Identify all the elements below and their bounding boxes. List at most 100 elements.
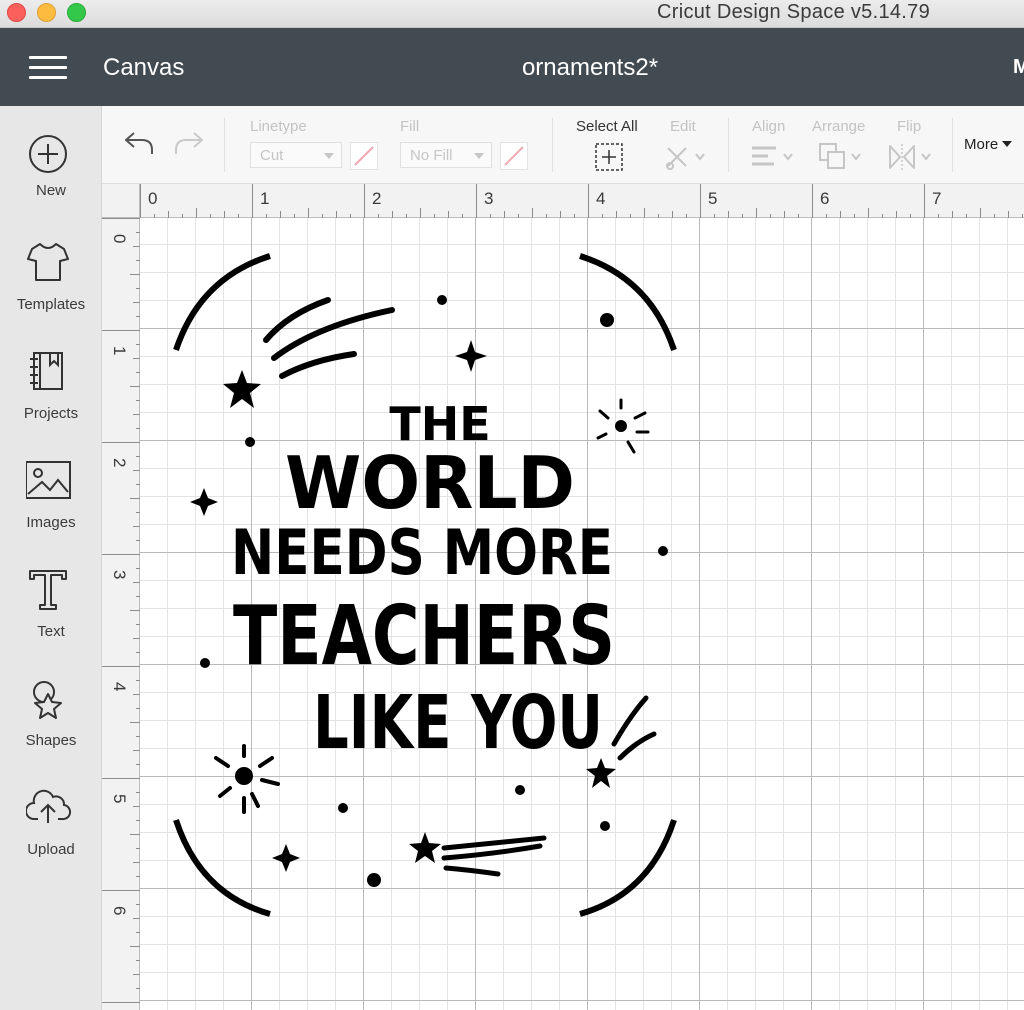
dot xyxy=(658,546,668,556)
toolbar-divider xyxy=(728,118,729,172)
window-titlebar: Cricut Design Space v5.14.79 xyxy=(0,0,1024,28)
sidebar-item-label: Templates xyxy=(16,296,86,313)
sun-burst-icon xyxy=(235,767,253,785)
star-icon xyxy=(409,832,441,863)
align-icon[interactable] xyxy=(750,144,796,172)
sidebar-item-label: Images xyxy=(26,514,76,531)
sparkle-icon xyxy=(190,488,218,516)
zoom-window-button[interactable] xyxy=(67,3,86,22)
star-trail xyxy=(443,865,501,877)
align-label: Align xyxy=(752,118,786,135)
fill-label: Fill xyxy=(400,118,420,135)
design-artwork[interactable]: THE WORLD NEEDS MORE TEACHERS LIKE YOU xyxy=(140,218,1024,1010)
fill-select[interactable]: No Fill xyxy=(400,142,492,168)
linetype-select[interactable]: Cut xyxy=(250,142,342,168)
dot xyxy=(515,785,525,795)
frame-arc-top-left xyxy=(173,253,271,351)
chevron-down-icon xyxy=(1002,141,1013,147)
sidebar-item-templates[interactable]: Templates xyxy=(0,242,102,338)
ruler-label: 5 xyxy=(708,189,717,208)
design-text-line-4: TEACHERS xyxy=(233,589,615,684)
plus-circle-icon xyxy=(29,135,67,173)
sparkle-icon xyxy=(455,340,487,372)
minimize-window-button[interactable] xyxy=(37,3,56,22)
ruler-label: 4 xyxy=(110,682,129,691)
sidebar-item-label: Projects xyxy=(23,405,79,422)
ruler-label: 6 xyxy=(110,906,129,915)
sidebar-item-new[interactable]: New xyxy=(0,134,102,230)
arrange-icon[interactable] xyxy=(818,142,866,172)
linetype-label: Linetype xyxy=(250,118,307,135)
no-color-slash-icon xyxy=(354,146,374,166)
redo-icon[interactable] xyxy=(172,130,204,158)
dot xyxy=(600,313,614,327)
ruler-corner xyxy=(102,184,140,218)
design-text-line-3: NEEDS MORE xyxy=(231,516,613,589)
arrange-label: Arrange xyxy=(812,118,866,135)
horizontal-ruler[interactable]: 0 1 2 3 4 5 6 7 xyxy=(140,184,1024,218)
flip-label: Flip xyxy=(897,118,922,135)
edit-scissors-icon[interactable] xyxy=(662,142,708,172)
design-text-line-5: LIKE YOU xyxy=(313,680,603,766)
ruler-label: 3 xyxy=(484,189,493,208)
close-window-button[interactable] xyxy=(7,3,26,22)
header-right-menu[interactable]: M xyxy=(1013,56,1024,79)
moon-icon xyxy=(533,312,586,368)
dot xyxy=(338,803,348,813)
sidebar-item-label: New xyxy=(35,182,66,199)
sidebar-item-projects[interactable]: Projects xyxy=(0,351,102,447)
select-all-icon[interactable] xyxy=(594,142,624,172)
toolbar-divider xyxy=(952,118,953,172)
horizontal-ruler-ticks: 0 1 2 3 4 5 6 7 xyxy=(140,184,1023,218)
sidebar-item-upload[interactable]: Upload xyxy=(0,787,102,883)
star-trail xyxy=(617,731,657,761)
ruler-label: 2 xyxy=(110,458,129,467)
ruler-label: 2 xyxy=(372,189,381,208)
star-trail xyxy=(611,695,649,747)
sidebar-item-label: Text xyxy=(37,623,65,640)
left-sidebar: New Templates Projects Images Text Shape… xyxy=(0,106,102,1010)
design-text-line-2: WORLD xyxy=(285,441,575,525)
sidebar-item-label: Shapes xyxy=(25,732,77,749)
dot xyxy=(367,873,381,887)
ruler-label: 4 xyxy=(596,189,605,208)
edit-toolbar: Linetype Cut Fill No Fill Select All Edi… xyxy=(102,106,1024,184)
image-icon xyxy=(26,461,71,499)
project-name[interactable]: ornaments2* xyxy=(0,54,1024,82)
window-title: Cricut Design Space v5.14.79 xyxy=(657,1,930,23)
star-icon xyxy=(223,370,261,408)
sidebar-item-images[interactable]: Images xyxy=(0,460,102,556)
sidebar-item-text[interactable]: Text xyxy=(0,569,102,665)
design-canvas[interactable]: THE WORLD NEEDS MORE TEACHERS LIKE YOU xyxy=(140,218,1024,1010)
ruler-label: 0 xyxy=(110,234,129,243)
ruler-label: 7 xyxy=(932,189,941,208)
star-trail xyxy=(279,351,357,379)
dot xyxy=(200,658,210,668)
vertical-ruler-ticks: 0 1 2 3 4 5 6 xyxy=(102,218,140,1003)
app-header: Canvas ornaments2* M xyxy=(0,28,1024,106)
toolbar-divider xyxy=(552,118,553,172)
ruler-label: 3 xyxy=(110,570,129,579)
fill-value: No Fill xyxy=(410,147,453,164)
select-all-label: Select All xyxy=(576,118,638,135)
no-color-slash-icon xyxy=(504,146,524,166)
chevron-down-icon xyxy=(474,153,484,159)
undo-icon[interactable] xyxy=(124,130,156,158)
linetype-value: Cut xyxy=(260,147,284,164)
cloud-upload-icon xyxy=(26,789,72,823)
linetype-color-swatch[interactable] xyxy=(350,142,378,170)
frame-arc-bottom-left xyxy=(173,819,271,917)
shapes-icon xyxy=(33,681,62,719)
vertical-ruler[interactable]: 0 1 2 3 4 5 6 xyxy=(102,218,140,1010)
sidebar-item-shapes[interactable]: Shapes xyxy=(0,678,102,774)
ruler-label: 1 xyxy=(110,346,129,355)
flip-icon[interactable] xyxy=(886,142,936,172)
dot xyxy=(600,821,610,831)
text-t-icon xyxy=(29,570,67,610)
more-menu-button[interactable]: More xyxy=(964,136,1013,153)
dot xyxy=(437,295,447,305)
ruler-label: 0 xyxy=(148,189,157,208)
fill-color-swatch[interactable] xyxy=(500,142,528,170)
ruler-label: 6 xyxy=(820,189,829,208)
notebook-icon xyxy=(30,352,63,390)
